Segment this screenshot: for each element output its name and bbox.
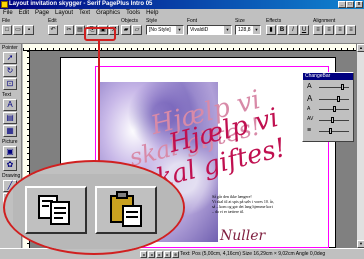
changebar-title: ChangeBar	[303, 73, 353, 80]
main-toolbar: File □ ▭ ▪ Edit ↶ ✂ ▤ ⎘ ▣ ⚒ Objects ▰ ▱ …	[0, 18, 364, 44]
slider-handle[interactable]	[329, 128, 332, 134]
style-dropdown[interactable]: [No Style] ▼	[146, 25, 184, 35]
align-left-icon[interactable]: ≡	[313, 25, 323, 35]
font-group-label: Font	[187, 18, 198, 24]
chevron-down-icon[interactable]: ▼	[253, 26, 260, 34]
vertical-scrollbar[interactable]: ▲ ▼	[356, 44, 364, 248]
edit-group-label: Edit	[48, 18, 57, 24]
menu-bar: File Edit Page Layout Text Graphics Tool…	[0, 9, 364, 18]
chevron-down-icon[interactable]: ▼	[176, 26, 183, 34]
menu-help[interactable]: Help	[143, 9, 161, 18]
save-icon[interactable]: ▪	[24, 25, 34, 35]
clipart-icon[interactable]: ✿	[3, 159, 17, 171]
changebar-slider[interactable]	[319, 120, 349, 121]
cut-icon[interactable]: ✂	[64, 25, 74, 35]
signature-text[interactable]: Nuller	[220, 228, 265, 244]
bold-button[interactable]: B	[277, 25, 287, 35]
callout-line	[98, 41, 100, 161]
horizontal-ruler	[23, 44, 356, 51]
menu-layout[interactable]: Layout	[52, 9, 76, 18]
pointer-label: Pointer	[2, 45, 18, 51]
magnifier-lens	[3, 160, 185, 255]
slider-handle[interactable]	[331, 117, 334, 123]
menu-text[interactable]: Text	[76, 9, 93, 18]
menu-graphics[interactable]: Graphics	[93, 9, 123, 18]
chevron-down-icon[interactable]: ▼	[224, 26, 231, 34]
changebar-slider[interactable]	[319, 87, 349, 88]
artistic-text-icon[interactable]: A	[3, 99, 17, 111]
style-group-label: Style	[146, 18, 158, 24]
table-text-icon[interactable]: ▦	[3, 125, 17, 137]
page-last-icon[interactable]: ▸	[164, 251, 171, 258]
undo-icon[interactable]: ↶	[48, 25, 58, 35]
align-center-icon[interactable]: ≡	[324, 25, 334, 35]
body-text-frame[interactable]: Så går den ikke længere! Vi skal til at …	[212, 194, 276, 224]
picture-label: Picture	[2, 139, 18, 145]
page-first-icon[interactable]: ◂	[140, 251, 147, 258]
close-button[interactable]: x	[355, 1, 363, 8]
slider-handle[interactable]	[341, 84, 344, 90]
size-value: 128,8	[238, 27, 251, 33]
changebar-row-label: A	[307, 106, 311, 112]
maximize-button[interactable]: □	[346, 1, 354, 8]
changebar-row-label: AV	[307, 116, 314, 122]
italic-button[interactable]: I	[288, 25, 298, 35]
paste-icon[interactable]	[95, 186, 157, 234]
copy-icon[interactable]	[25, 186, 87, 234]
send-back-icon[interactable]: ▱	[132, 25, 142, 35]
bring-front-icon[interactable]: ▰	[121, 25, 131, 35]
text-color-icon[interactable]: ▮	[266, 25, 276, 35]
menu-file[interactable]: File	[0, 9, 16, 18]
changebar-row-label: A	[307, 94, 313, 103]
magnified-toolbar	[13, 174, 183, 249]
menu-page[interactable]: Page	[32, 9, 52, 18]
menu-tools[interactable]: Tools	[123, 9, 143, 18]
font-dropdown[interactable]: VivaldiD ▼	[187, 25, 232, 35]
changebar-row-label: ≡	[307, 127, 312, 134]
highlight-box	[84, 27, 116, 41]
align-right-icon[interactable]: ≡	[335, 25, 345, 35]
page-next-icon[interactable]: ▸	[156, 251, 163, 258]
open-file-icon[interactable]: ▭	[13, 25, 23, 35]
scroll-down-icon[interactable]: ▼	[357, 240, 364, 248]
body-line: – da vi er tættere til.	[212, 209, 245, 214]
slider-handle[interactable]	[337, 96, 340, 102]
style-value: [No Style]	[149, 27, 171, 33]
file-group-label: File	[2, 18, 11, 24]
app-icon	[1, 1, 8, 8]
rotate-tool-icon[interactable]: ↻	[3, 65, 17, 77]
crop-tool-icon[interactable]: ⊡	[3, 78, 17, 90]
scroll-up-icon[interactable]: ▲	[357, 44, 364, 52]
frame-text-icon[interactable]: ▤	[3, 112, 17, 124]
effects-group-label: Effects	[266, 18, 282, 24]
text-label: Text	[2, 92, 12, 98]
size-group-label: Size	[235, 18, 245, 24]
alignment-group-label: Alignment	[313, 18, 336, 24]
window-title: Layout invitation skygger - Serif PagePl…	[9, 1, 153, 7]
page-prev-icon[interactable]: ◂	[148, 251, 155, 258]
picture-import-icon[interactable]: ▣	[3, 146, 17, 158]
underline-button[interactable]: U	[299, 25, 309, 35]
new-file-icon[interactable]: □	[2, 25, 12, 35]
title-bar: Layout invitation skygger - Serif PagePl…	[0, 0, 364, 9]
justify-icon[interactable]: ≡	[346, 25, 356, 35]
pointer-tool-icon[interactable]: ➚	[3, 52, 17, 64]
size-dropdown[interactable]: 128,8 ▼	[235, 25, 261, 35]
font-value: VivaldiD	[190, 27, 209, 33]
menu-edit[interactable]: Edit	[16, 9, 32, 18]
changebar-row-label: A	[307, 83, 312, 90]
changebar-panel: ChangeBar A A A AV ≡	[302, 72, 354, 142]
slider-handle[interactable]	[333, 106, 336, 112]
changebar-slider[interactable]	[319, 99, 349, 100]
status-text: Text: Pos (5,00cm, 4,16cm) Size 16,29cm …	[180, 251, 326, 257]
minimize-button[interactable]: _	[338, 1, 346, 8]
objects-group-label: Objects	[121, 18, 138, 24]
changebar-slider[interactable]	[319, 131, 349, 132]
zoom-icon[interactable]: ⊕	[172, 251, 179, 258]
app-window: Layout invitation skygger - Serif PagePl…	[0, 0, 364, 259]
